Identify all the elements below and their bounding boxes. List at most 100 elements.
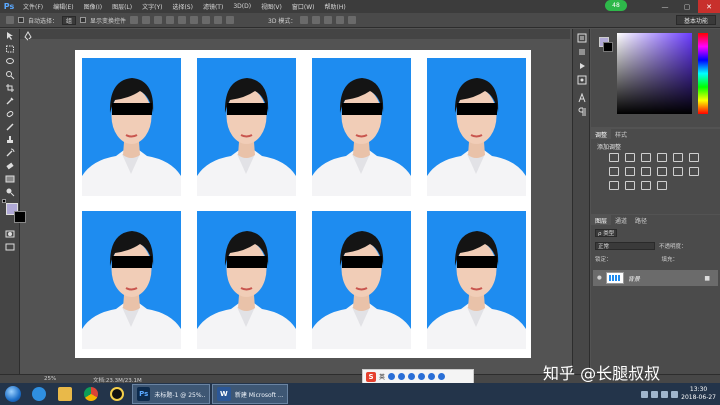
menu-filter[interactable]: 滤镜(T) (198, 2, 228, 11)
eyedropper-tool-icon[interactable] (4, 96, 16, 106)
align-middle-icon[interactable] (142, 16, 151, 24)
distribute-top-icon[interactable] (202, 16, 211, 24)
minimize-button[interactable]: — (654, 0, 676, 13)
properties-panel-icon[interactable] (577, 47, 587, 57)
invert-icon[interactable] (689, 167, 699, 176)
color-panel-background-swatch[interactable] (603, 42, 613, 52)
background-color-swatch[interactable] (14, 211, 26, 223)
marquee-tool-icon[interactable] (4, 44, 16, 54)
layer-filter-dropdown[interactable]: ρ 类型 (595, 228, 618, 237)
menu-layer[interactable]: 图层(L) (107, 2, 137, 11)
hue-saturation-icon[interactable] (689, 153, 699, 162)
gradient-tool-icon[interactable] (4, 174, 16, 184)
tab-layers[interactable]: 图层 (591, 215, 612, 225)
blend-mode-dropdown[interactable]: 正常 (595, 241, 655, 250)
ime-keyboard-icon[interactable] (418, 373, 426, 380)
menu-help[interactable]: 帮助(H) (320, 2, 351, 11)
document-canvas[interactable] (75, 50, 531, 358)
distribute-bottom-icon[interactable] (226, 16, 235, 24)
menu-window[interactable]: 窗口(W) (287, 2, 320, 11)
menu-view[interactable]: 视图(V) (256, 2, 287, 11)
tray-ime-icon[interactable] (671, 390, 679, 398)
actions-panel-icon[interactable] (577, 61, 587, 71)
color-lookup-icon[interactable] (673, 167, 683, 176)
tray-network-icon[interactable] (641, 390, 649, 398)
quick-mask-icon[interactable] (4, 229, 16, 239)
ime-skin-icon[interactable] (428, 373, 436, 380)
taskbar-word-task[interactable]: W 新建 Microsoft ... (212, 384, 288, 404)
posterize-icon[interactable] (609, 181, 619, 190)
ime-toolbox-icon[interactable] (438, 373, 446, 380)
tab-adjustments[interactable]: 调整 (591, 129, 612, 139)
lasso-tool-icon[interactable] (4, 57, 16, 67)
menu-file[interactable]: 文件(F) (18, 2, 48, 11)
levels-icon[interactable] (625, 153, 635, 162)
color-picker-field[interactable] (617, 33, 692, 114)
tab-paths[interactable]: 路径 (631, 215, 651, 225)
ie-icon[interactable] (26, 383, 52, 405)
tray-flag-icon[interactable] (661, 390, 669, 398)
tab-styles[interactable]: 样式 (611, 129, 631, 139)
threshold-icon[interactable] (625, 181, 635, 190)
brush-tool-icon[interactable] (4, 122, 16, 132)
curves-icon[interactable] (641, 153, 651, 162)
character-panel-icon[interactable] (577, 93, 587, 103)
screen-mode-icon[interactable] (4, 242, 16, 252)
menu-edit[interactable]: 编辑(E) (48, 2, 78, 11)
paragraph-panel-icon[interactable] (577, 107, 587, 117)
move-tool-icon[interactable] (4, 31, 16, 41)
layer-row-background[interactable]: ● 背景 ■ (593, 270, 718, 286)
vibrance-icon[interactable] (673, 153, 683, 162)
align-bottom-icon[interactable] (154, 16, 163, 24)
move-tool-preset-icon[interactable] (6, 16, 14, 24)
qq-icon[interactable] (104, 383, 130, 405)
exposure-icon[interactable] (657, 153, 667, 162)
default-colors-icon[interactable] (2, 199, 8, 205)
ime-emoji-icon[interactable] (398, 373, 406, 380)
black-white-icon[interactable] (625, 167, 635, 176)
menu-3d[interactable]: 3D(D) (228, 3, 256, 10)
menu-image[interactable]: 图像(I) (79, 2, 107, 11)
taskbar-photoshop-task[interactable]: Ps 未标题-1 @ 25%... (132, 384, 210, 404)
3d-slide-icon[interactable] (336, 16, 345, 24)
sogou-logo-icon[interactable]: S (366, 371, 376, 382)
quick-select-tool-icon[interactable] (4, 70, 16, 80)
ime-punctuation-icon[interactable] (388, 373, 396, 380)
align-top-icon[interactable] (130, 16, 139, 24)
maximize-button[interactable]: ▢ (676, 0, 698, 13)
close-button[interactable]: ✕ (698, 0, 720, 13)
dodge-tool-icon[interactable] (4, 187, 16, 197)
info-panel-icon[interactable] (577, 75, 587, 85)
show-transform-checkbox[interactable] (80, 17, 87, 23)
align-right-icon[interactable] (190, 16, 199, 24)
selective-color-icon[interactable] (657, 181, 667, 190)
clone-stamp-tool-icon[interactable] (4, 135, 16, 145)
history-brush-tool-icon[interactable] (4, 148, 16, 158)
file-explorer-icon[interactable] (52, 383, 78, 405)
notification-badge[interactable]: 48 (605, 0, 627, 11)
chrome-icon[interactable] (78, 383, 104, 405)
menu-select[interactable]: 选择(S) (167, 2, 198, 11)
photo-filter-icon[interactable] (641, 167, 651, 176)
taskbar-clock[interactable]: 13:30 2018-06-27 (681, 386, 716, 402)
auto-select-checkbox[interactable] (18, 17, 24, 23)
menu-type[interactable]: 文字(Y) (137, 2, 167, 11)
healing-brush-tool-icon[interactable] (4, 109, 16, 119)
3d-scale-icon[interactable] (348, 16, 357, 24)
brightness-contrast-icon[interactable] (609, 153, 619, 162)
crop-tool-icon[interactable] (4, 83, 16, 93)
hue-slider[interactable] (698, 33, 708, 114)
color-balance-icon[interactable] (609, 167, 619, 176)
tray-volume-icon[interactable] (651, 390, 659, 398)
ime-language-mode[interactable]: 英 (379, 372, 385, 381)
zoom-level[interactable]: 25% (44, 376, 56, 382)
3d-roll-icon[interactable] (312, 16, 321, 24)
history-panel-icon[interactable] (577, 33, 587, 43)
distribute-middle-icon[interactable] (214, 16, 223, 24)
visibility-eye-icon[interactable]: ● (597, 275, 602, 281)
eraser-tool-icon[interactable] (4, 161, 16, 171)
3d-rotate-icon[interactable] (300, 16, 309, 24)
workspace-switcher[interactable]: 基本功能 (676, 15, 716, 25)
auto-select-dropdown[interactable]: 组 (62, 15, 77, 25)
tab-channels[interactable]: 通道 (611, 215, 631, 225)
